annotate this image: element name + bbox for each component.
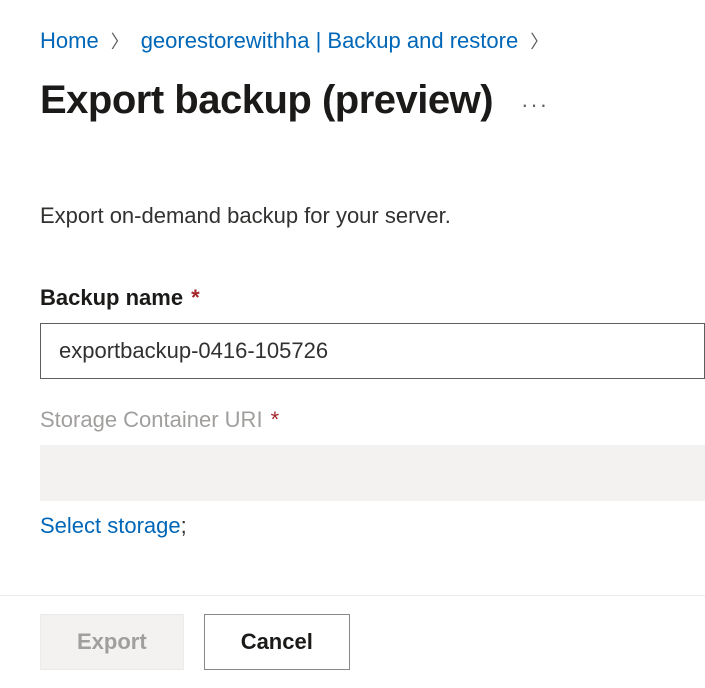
required-indicator: *: [265, 407, 280, 432]
footer-actions: Export Cancel: [0, 595, 705, 688]
breadcrumb-home[interactable]: Home: [40, 28, 99, 54]
storage-uri-label: Storage Container URI *: [40, 407, 705, 433]
select-storage-link[interactable]: Select storage: [40, 513, 181, 538]
backup-name-input[interactable]: [40, 323, 705, 379]
page-description: Export on-demand backup for your server.: [40, 203, 705, 229]
chevron-right-icon: 〉: [111, 28, 129, 54]
breadcrumb: Home 〉 georestorewithha | Backup and res…: [40, 28, 705, 54]
cancel-button[interactable]: Cancel: [204, 614, 350, 670]
required-indicator: *: [185, 285, 200, 310]
export-button: Export: [40, 614, 184, 670]
semicolon: ;: [181, 513, 187, 538]
breadcrumb-path[interactable]: georestorewithha | Backup and restore: [141, 28, 519, 54]
more-actions-icon[interactable]: ···: [521, 84, 549, 118]
chevron-right-icon: 〉: [530, 28, 548, 54]
page-title: Export backup (preview): [40, 78, 493, 123]
backup-name-label: Backup name *: [40, 285, 705, 311]
storage-uri-input: [40, 445, 705, 501]
